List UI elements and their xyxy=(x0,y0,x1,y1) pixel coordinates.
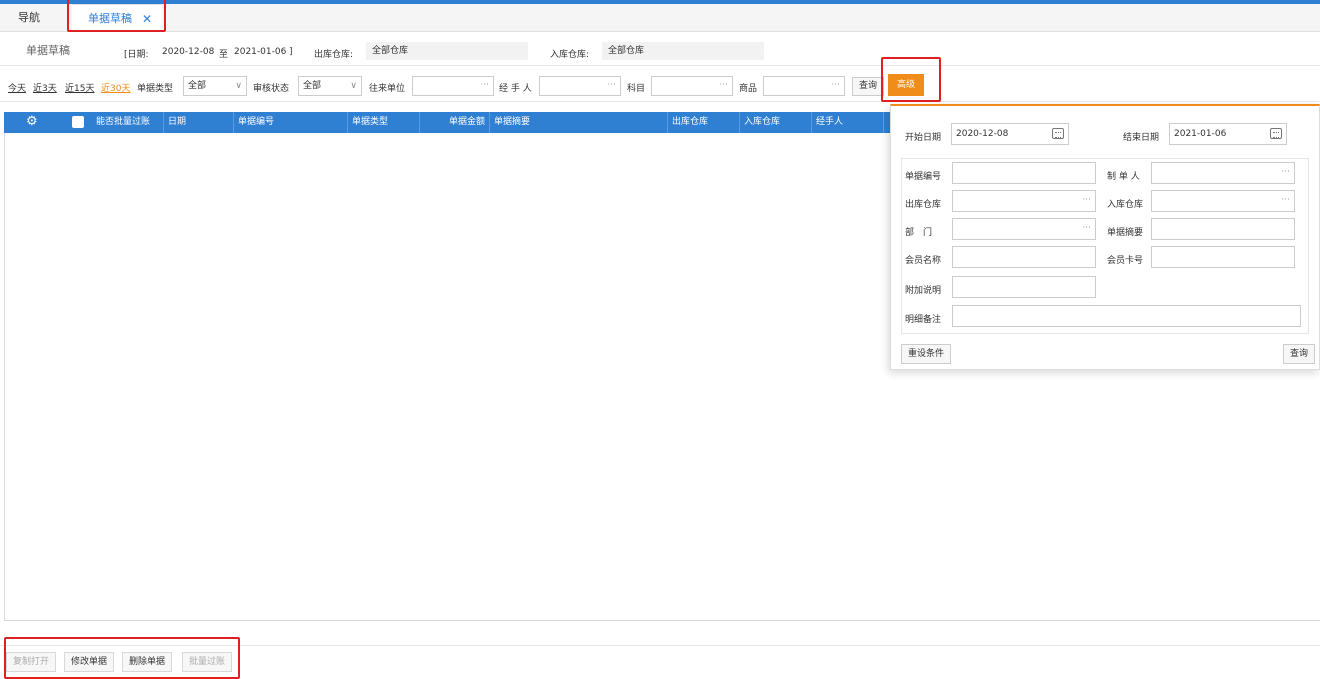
filter-bar: 今天 近3天 近15天 近30天 单据类型 全部 ∨ 审核状态 全部 ∨ 往来单… xyxy=(0,72,1320,102)
partner-label: 往来单位 xyxy=(369,84,406,94)
date-to: 2021-01-06 xyxy=(234,47,287,57)
more-icon[interactable]: ··· xyxy=(1281,167,1290,177)
panel-query-button[interactable]: 查询 xyxy=(1283,344,1316,364)
calendar-icon[interactable] xyxy=(1052,128,1064,139)
in-warehouse-label: 入库仓库 xyxy=(1107,200,1144,210)
col-doc-type[interactable]: 单据类型 xyxy=(348,112,420,133)
more-icon[interactable]: ··· xyxy=(480,80,489,90)
calendar-icon[interactable] xyxy=(1270,128,1282,139)
doc-type-value: 全部 xyxy=(188,81,207,91)
tab-document-drafts[interactable]: 单据草稿 ✕ xyxy=(72,4,162,32)
start-date-value: 2020-12-08 xyxy=(956,129,1009,139)
handler-label: 经 手 人 xyxy=(499,84,532,94)
subject-label: 科目 xyxy=(627,84,646,94)
subject-input[interactable]: ··· xyxy=(651,76,733,96)
detail-remark-input[interactable] xyxy=(952,305,1301,327)
member-name-label: 会员名称 xyxy=(905,256,942,266)
date-end-bracket: ] xyxy=(289,47,293,57)
end-date-label: 结束日期 xyxy=(1123,133,1160,143)
more-icon[interactable]: ··· xyxy=(1281,195,1290,205)
in-warehouse-label: 入库仓库: xyxy=(550,50,590,60)
advanced-button[interactable]: 高级 xyxy=(888,74,924,96)
out-warehouse-label: 出库仓库 xyxy=(905,200,942,210)
close-icon[interactable]: ✕ xyxy=(142,5,152,33)
audit-status-value: 全部 xyxy=(303,81,322,91)
detail-remark-label: 明细备注 xyxy=(905,315,942,325)
filter-last30-link[interactable]: 近30天 xyxy=(101,81,130,94)
partner-input[interactable]: ··· xyxy=(412,76,494,96)
col-handler[interactable]: 经手人 xyxy=(812,112,884,133)
copy-open-button[interactable]: 复制打开 xyxy=(6,652,57,672)
more-icon[interactable]: ··· xyxy=(719,80,728,90)
footer-toolbar: 复制打开 修改单据 删除单据 批量过账 xyxy=(0,645,1320,679)
member-card-input[interactable] xyxy=(1151,246,1295,268)
more-icon[interactable]: ··· xyxy=(1082,223,1091,233)
in-warehouse-input[interactable]: ··· xyxy=(1151,190,1295,212)
col-in-warehouse[interactable]: 入库仓库 xyxy=(740,112,812,133)
col-out-warehouse[interactable]: 出库仓库 xyxy=(668,112,740,133)
audit-status-select[interactable]: 全部 ∨ xyxy=(298,76,362,96)
filter-last15-link[interactable]: 近15天 xyxy=(65,81,94,94)
summary-label: 单据摘要 xyxy=(1107,228,1144,238)
batch-post-button[interactable]: 批量过账 xyxy=(182,652,233,672)
product-label: 商品 xyxy=(739,84,758,94)
out-warehouse-input[interactable]: ··· xyxy=(952,190,1096,212)
out-warehouse-value: 全部仓库 xyxy=(366,42,528,60)
tab-bar: 导航 单据草稿 ✕ xyxy=(0,4,1320,32)
summary-input[interactable] xyxy=(1151,218,1295,240)
end-date-value: 2021-01-06 xyxy=(1174,129,1227,139)
creator-label: 制 单 人 xyxy=(1107,172,1140,182)
filter-today-link[interactable]: 今天 xyxy=(8,81,26,94)
audit-status-label: 审核状态 xyxy=(253,84,290,94)
out-warehouse-label: 出库仓库: xyxy=(314,50,354,60)
info-bar: 单据草稿 [日期: 2020-12-08 至 2021-01-06 ] 出库仓库… xyxy=(0,36,1320,66)
end-date-input[interactable]: 2021-01-06 xyxy=(1169,123,1287,145)
date-from: 2020-12-08 xyxy=(162,47,215,57)
more-icon[interactable]: ··· xyxy=(1082,195,1091,205)
doc-type-label: 单据类型 xyxy=(137,84,174,94)
col-doc-summary[interactable]: 单据摘要 xyxy=(490,112,668,133)
col-batch-post[interactable]: 能否批量过账 xyxy=(92,112,164,133)
start-date-input[interactable]: 2020-12-08 xyxy=(951,123,1069,145)
page-title: 单据草稿 xyxy=(26,44,70,57)
department-label: 部 门 xyxy=(905,228,933,238)
tab-navigation[interactable]: 导航 xyxy=(18,4,40,32)
query-button[interactable]: 查询 xyxy=(852,77,885,96)
modify-document-button[interactable]: 修改单据 xyxy=(64,652,115,672)
member-name-input[interactable] xyxy=(952,246,1096,268)
col-doc-no[interactable]: 单据编号 xyxy=(234,112,348,133)
doc-no-label: 单据编号 xyxy=(905,172,942,182)
select-all-checkbox[interactable] xyxy=(72,116,84,128)
delete-document-button[interactable]: 删除单据 xyxy=(122,652,173,672)
tab-document-drafts-label: 单据草稿 xyxy=(88,12,132,25)
extra-note-input[interactable] xyxy=(952,276,1096,298)
handler-input[interactable]: ··· xyxy=(539,76,621,96)
reset-conditions-button[interactable]: 重设条件 xyxy=(901,344,952,364)
doc-no-input[interactable] xyxy=(952,162,1096,184)
more-icon[interactable]: ··· xyxy=(831,80,840,90)
extra-note-label: 附加说明 xyxy=(905,286,942,296)
filter-last3-link[interactable]: 近3天 xyxy=(33,81,57,94)
more-icon[interactable]: ··· xyxy=(607,80,616,90)
member-card-label: 会员卡号 xyxy=(1107,256,1144,266)
chevron-down-icon: ∨ xyxy=(235,81,242,91)
gear-icon[interactable]: ⚙ xyxy=(26,114,38,129)
col-date[interactable]: 日期 xyxy=(164,112,234,133)
in-warehouse-value: 全部仓库 xyxy=(602,42,764,60)
col-doc-amount[interactable]: 单据金额 xyxy=(420,112,490,133)
creator-input[interactable]: ··· xyxy=(1151,162,1295,184)
date-label: [日期: xyxy=(124,50,149,60)
product-input[interactable]: ··· xyxy=(763,76,845,96)
advanced-search-panel: 开始日期 2020-12-08 结束日期 2021-01-06 单据编号 制 单… xyxy=(890,104,1320,370)
doc-type-select[interactable]: 全部 ∨ xyxy=(183,76,247,96)
date-separator: 至 xyxy=(219,50,229,60)
start-date-label: 开始日期 xyxy=(905,133,942,143)
department-input[interactable]: ··· xyxy=(952,218,1096,240)
chevron-down-icon: ∨ xyxy=(350,81,357,91)
